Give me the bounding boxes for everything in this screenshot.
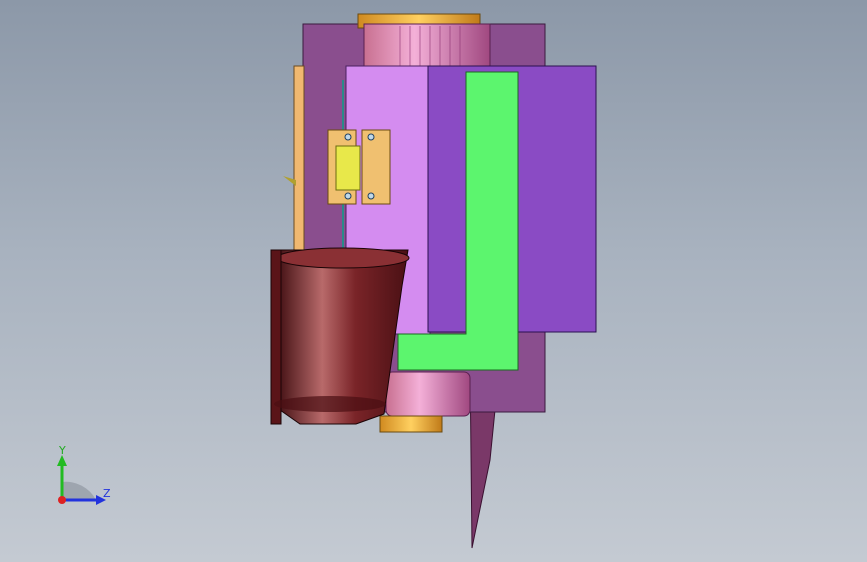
cad-model[interactable]: Y Z (0, 0, 867, 562)
coordinate-triad: Y Z (57, 444, 111, 505)
top-cylinder (363, 23, 491, 69)
graphics-viewport[interactable]: Y Z (0, 0, 867, 562)
triad-y-label: Y (58, 444, 66, 457)
bottom-ring (379, 415, 443, 433)
motor-bottom-band (274, 396, 386, 412)
bottom-cylinder (385, 371, 471, 417)
bracket-right (361, 129, 391, 205)
bracket-yellow (335, 145, 361, 191)
motor-top (276, 247, 410, 269)
triad-z-label: Z (103, 487, 111, 500)
motor-side-fins (270, 249, 282, 425)
